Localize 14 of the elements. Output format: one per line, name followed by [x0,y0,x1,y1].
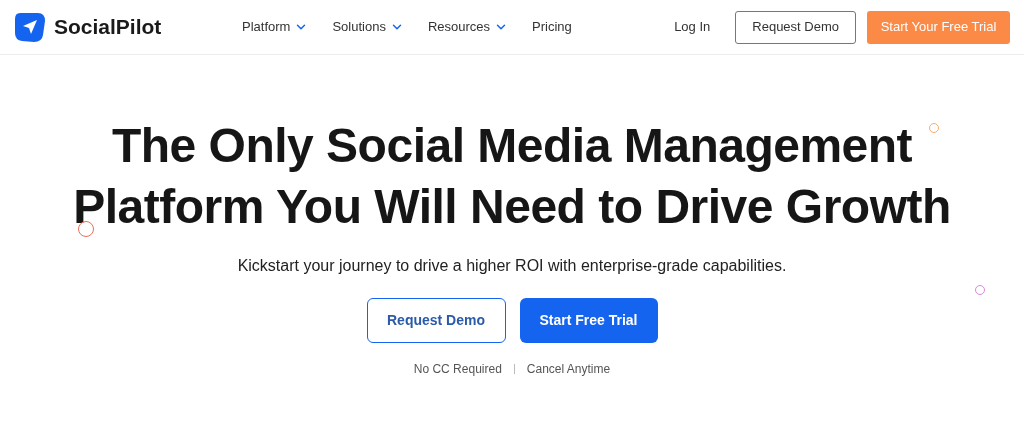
request-demo-button[interactable]: Request Demo [735,10,856,44]
brand-name[interactable]: SocialPilot [54,11,162,43]
request-demo-button[interactable]: Request Demo [366,298,506,343]
note-text: Cancel Anytime [526,361,611,378]
hero-headline: The Only Social Media Management Platform You Will Need to Drive Growth [73,118,951,235]
note-text: No CC Required [413,361,502,378]
hero-subtitle: Kickstart your journey to drive a higher ROI with enterprise-grade capabilities. [237,256,787,276]
nav-link[interactable]: Solutions [332,17,404,37]
nav-link[interactable]: Pricing [532,17,572,37]
start-trial-button[interactable]: Start Free Trial [519,298,658,343]
login-link[interactable]: Log In [674,17,711,37]
nav-link[interactable]: Platform [242,17,309,37]
paper-plane-logo-icon[interactable] [14,11,46,43]
nav-link[interactable]: Resources [427,17,509,37]
